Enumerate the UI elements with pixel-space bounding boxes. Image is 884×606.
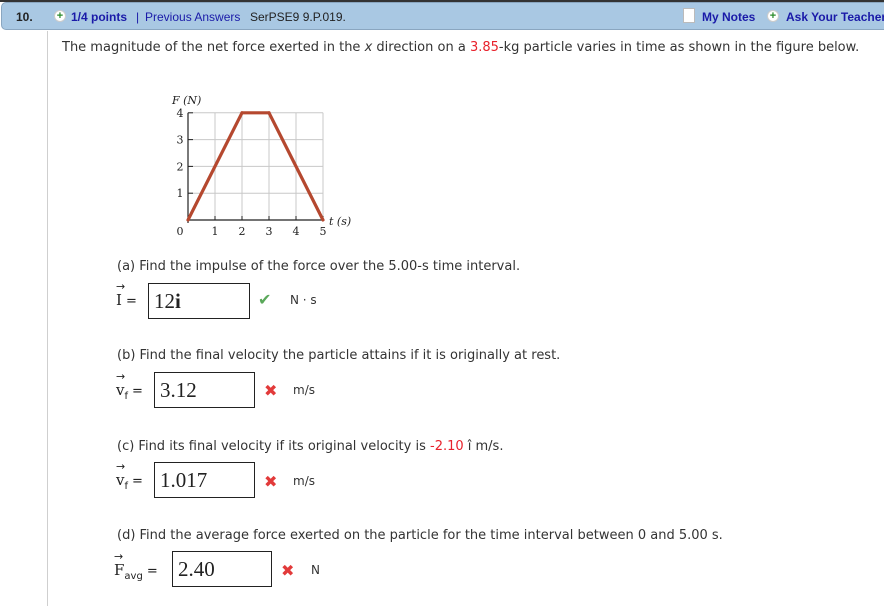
part-b-question: (b) Find the final velocity the particle… <box>117 348 561 363</box>
part-d-unit: N <box>311 563 320 577</box>
prompt-text: The magnitude of the net force exerted i… <box>62 40 365 55</box>
part-d-answer-field[interactable]: 2.40 <box>172 551 272 587</box>
header-separator: | <box>136 10 140 24</box>
y-axis-label: F (N) <box>171 94 201 107</box>
prompt-text: direction on a <box>372 40 470 55</box>
left-margin-divider <box>47 31 48 606</box>
problem-prompt: The magnitude of the net force exerted i… <box>62 38 862 58</box>
subscript: avg <box>124 571 143 582</box>
answer-value: 12 <box>154 289 175 313</box>
velocity-symbol: v <box>116 460 126 489</box>
part-c-answer-field[interactable]: 1.017 <box>154 462 255 498</box>
force-symbol: F <box>114 550 124 579</box>
part-d-label: Favg= <box>114 550 158 582</box>
force-time-graph: 0 1 2 3 4 51234F (N)t (s) <box>171 94 351 238</box>
part-a-unit: N · s <box>290 293 317 307</box>
x-tick-label: 1 <box>212 225 219 238</box>
mass-value: 3.85 <box>469 40 499 55</box>
x-tick-label: 4 <box>293 225 300 238</box>
x-tick-label: 5 <box>320 225 327 238</box>
x-axis-label: t (s) <box>329 215 351 228</box>
equals-sign: = <box>132 474 143 489</box>
part-c-label: vf= <box>116 460 143 492</box>
problem-code: SerPSE9 9.P.019. <box>250 10 346 24</box>
part-b-label: vf= <box>116 370 143 402</box>
answer-value: 2.40 <box>178 557 215 581</box>
part-a-answer-field[interactable]: 12i <box>148 283 250 319</box>
impulse-symbol: I <box>116 280 125 309</box>
initial-velocity-value: -2.10 <box>430 439 464 454</box>
notes-page-icon[interactable] <box>683 8 695 23</box>
y-tick-label: 3 <box>177 134 184 147</box>
plus-circle-icon[interactable]: + <box>767 10 779 22</box>
part-d-question: (d) Find the average force exerted on th… <box>117 528 723 543</box>
previous-answers-link[interactable]: Previous Answers <box>145 10 240 24</box>
equals-sign: = <box>146 564 158 579</box>
answer-value: 1.017 <box>160 468 208 492</box>
question-header: 10. + 1/4 points | Previous Answers SerP… <box>1 2 884 30</box>
answer-value: 3.12 <box>160 378 197 402</box>
part-c-question: (c) Find its final velocity if its origi… <box>117 439 503 454</box>
cross-icon: ✖ <box>264 381 278 400</box>
question-text: î m/s. <box>463 439 504 454</box>
cross-icon: ✖ <box>264 472 278 491</box>
question-number: 10. <box>16 10 33 24</box>
check-icon: ✔ <box>258 290 272 309</box>
part-b-answer-field[interactable]: 3.12 <box>154 372 255 408</box>
unit-vector-i: i <box>175 289 181 313</box>
x-tick-label: 0 <box>177 225 184 238</box>
plus-circle-icon[interactable]: + <box>54 10 66 22</box>
ask-teacher-link[interactable]: Ask Your Teacher <box>786 10 884 24</box>
my-notes-link[interactable]: My Notes <box>702 10 755 24</box>
part-b-unit: m/s <box>293 383 315 397</box>
part-a-label: I= <box>116 280 137 309</box>
velocity-symbol: v <box>116 370 126 399</box>
question-text: (c) Find its final velocity if its origi… <box>117 439 430 454</box>
subscript: f <box>124 481 129 492</box>
equals-sign: = <box>125 294 137 309</box>
y-tick-label: 2 <box>177 160 184 173</box>
part-a-question: (a) Find the impulse of the force over t… <box>117 259 521 274</box>
prompt-text: -kg particle varies in time as shown in … <box>498 40 860 55</box>
x-tick-label: 2 <box>239 225 246 238</box>
cross-icon: ✖ <box>281 561 295 580</box>
part-c-unit: m/s <box>293 474 315 488</box>
y-tick-label: 4 <box>177 107 184 120</box>
points-link[interactable]: 1/4 points <box>71 10 127 24</box>
subscript: f <box>124 391 129 402</box>
y-tick-label: 1 <box>177 187 184 200</box>
x-tick-label: 3 <box>266 225 273 238</box>
equals-sign: = <box>132 384 143 399</box>
